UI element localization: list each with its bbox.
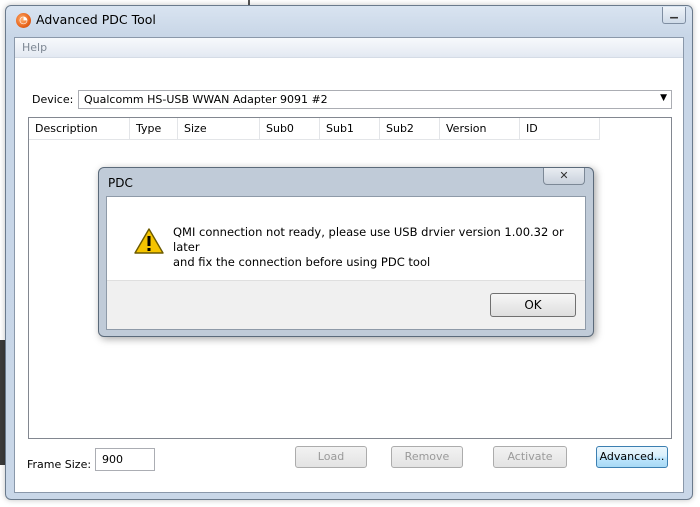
remove-button[interactable]: Remove [391, 446, 463, 468]
device-dropdown[interactable]: Qualcomm HS-USB WWAN Adapter 9091 #2 ▼ [78, 90, 672, 109]
column-header-description[interactable]: Description [29, 118, 130, 140]
column-header-type[interactable]: Type [130, 118, 178, 140]
device-label: Device: [32, 93, 74, 106]
window-title: Advanced PDC Tool [36, 12, 156, 27]
dialog-message-line: and fix the connection before using PDC … [173, 255, 431, 269]
window-controls: ▁ [661, 7, 686, 24]
frame-size-value: 900 [102, 453, 123, 466]
column-header-id[interactable]: ID [520, 118, 600, 140]
frame-size-input[interactable]: 900 [95, 448, 155, 471]
device-selected-value: Qualcomm HS-USB WWAN Adapter 9091 #2 [84, 93, 328, 106]
app-icon: ◔ [16, 13, 31, 28]
load-button[interactable]: Load [295, 446, 367, 468]
activate-button[interactable]: Activate [493, 446, 567, 468]
close-button[interactable]: ✕ [543, 168, 585, 185]
advanced-button[interactable]: Advanced... [596, 446, 668, 468]
close-icon: ✕ [559, 169, 569, 182]
dialog-message: QMI connection not ready, please use USB… [173, 225, 573, 270]
column-header-version[interactable]: Version [440, 118, 520, 140]
dialog-body: QMI connection not ready, please use USB… [106, 196, 586, 330]
ok-button[interactable]: OK [490, 293, 576, 317]
minimize-button[interactable]: ▁ [662, 7, 686, 24]
menu-item-help[interactable]: Help [22, 41, 47, 54]
frame-size-label: Frame Size: [27, 458, 92, 471]
dialog-title: PDC [108, 176, 133, 190]
dialog-footer: OK [107, 280, 585, 329]
chevron-down-icon[interactable]: ▼ [660, 93, 667, 103]
dialog-message-line: QMI connection not ready, please use USB… [173, 225, 564, 254]
menu-bar: Help [15, 38, 683, 58]
pdc-dialog: PDC ✕ QMI connection not ready, please u… [98, 167, 594, 337]
column-header-sub0[interactable]: Sub0 [260, 118, 320, 140]
column-header-size[interactable]: Size [178, 118, 260, 140]
column-header-sub2[interactable]: Sub2 [380, 118, 440, 140]
column-header-sub1[interactable]: Sub1 [320, 118, 380, 140]
warning-icon [134, 228, 164, 254]
